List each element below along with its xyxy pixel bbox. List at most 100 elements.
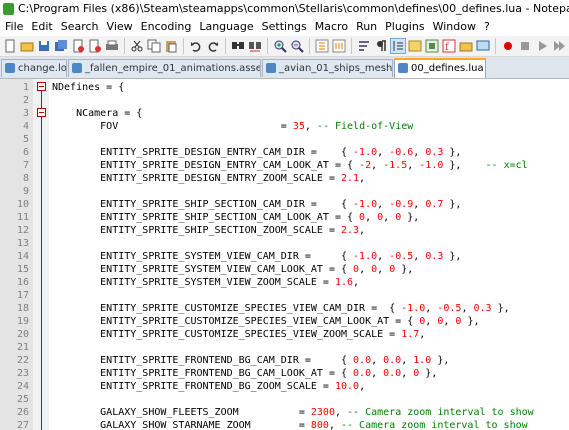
redo-icon[interactable] [206, 39, 220, 53]
sync-vertical-icon[interactable] [315, 39, 329, 53]
line-number: 23 [16, 368, 29, 379]
code-line[interactable]: 16 ENTITY_SPRITE_SYSTEM_VIEW_ZOOM_SCALE … [0, 276, 569, 289]
tab-label: _fallen_empire_01_animations.asset [85, 63, 261, 74]
menu-plugins[interactable]: Plugins [381, 18, 428, 36]
code-line[interactable]: 6 ENTITY_SPRITE_DESIGN_ENTRY_CAM_DIR = {… [0, 146, 569, 159]
save-all-icon[interactable] [54, 39, 68, 53]
show-all-characters-icon[interactable] [374, 39, 388, 53]
document-map-icon[interactable] [425, 39, 439, 53]
code-line[interactable]: 15 ENTITY_SPRITE_SYSTEM_VIEW_CAM_LOOK_AT… [0, 263, 569, 276]
copy-icon[interactable] [147, 39, 161, 53]
code-line[interactable]: 14 ENTITY_SPRITE_SYSTEM_VIEW_CAM_DIR = {… [0, 250, 569, 263]
new-file-icon[interactable] [3, 39, 17, 53]
code-line[interactable]: 13 [0, 237, 569, 250]
code-line[interactable]: 23 ENTITY_SPRITE_FRONTEND_BG_CAM_LOOK_AT… [0, 367, 569, 380]
line-code: ENTITY_SPRITE_FRONTEND_BG_ZOOM_SCALE = 1… [52, 381, 366, 392]
cut-icon[interactable] [130, 39, 144, 53]
code-line[interactable]: 21 [0, 341, 569, 354]
menu-file[interactable]: File [0, 18, 27, 36]
line-number: 2 [22, 95, 29, 106]
undo-icon[interactable] [189, 39, 203, 53]
zoom-in-icon[interactable] [273, 39, 287, 53]
line-code: ENTITY_SPRITE_DESIGN_ENTRY_ZOOM_SCALE = … [52, 173, 366, 184]
user-defined-language-icon[interactable] [408, 39, 422, 53]
code-editor[interactable]: 1 NDefines = {2 3 NCamera = {4 FOV = 35, -… [0, 79, 569, 430]
code-line[interactable]: 24 ENTITY_SPRITE_FRONTEND_BG_ZOOM_SCALE … [0, 380, 569, 393]
code-line[interactable]: 3 NCamera = { [0, 107, 569, 120]
monitoring-icon[interactable] [476, 39, 490, 53]
code-line[interactable]: 20 ENTITY_SPRITE_CUSTOMIZE_SPECIES_VIEW_… [0, 328, 569, 341]
line-code: ENTITY_SPRITE_FRONTEND_BG_CAM_DIR = { 0.… [52, 355, 450, 366]
code-line[interactable]: 5 [0, 133, 569, 146]
tab-fallen-empire-animations[interactable]: _fallen_empire_01_animations.asset [68, 59, 261, 77]
close-file-icon[interactable] [71, 39, 85, 53]
line-code: GALAXY_SHOW_STARNAME_ZOOM = 800, -- Came… [52, 420, 528, 430]
code-line[interactable]: 1 NDefines = { [0, 81, 569, 94]
line-number: 8 [22, 173, 29, 184]
line-code: ENTITY_SPRITE_DESIGN_ENTRY_CAM_DIR = { -… [52, 147, 462, 158]
code-line[interactable]: 12 ENTITY_SPRITE_SHIP_SECTION_ZOOM_SCALE… [0, 224, 569, 237]
line-code: ENTITY_SPRITE_SHIP_SECTION_ZOOM_SCALE = … [52, 225, 366, 236]
stop-macro-icon[interactable] [518, 39, 532, 53]
line-number: 4 [22, 121, 29, 132]
zoom-out-icon[interactable] [290, 39, 304, 53]
window-title: C:\Program Files (x86)\Steam\steamapps\c… [18, 2, 569, 15]
indent-guide-icon[interactable] [390, 38, 406, 54]
code-line[interactable]: 25 [0, 393, 569, 406]
code-line[interactable]: 4 FOV = 35, -- Field-of-View [0, 120, 569, 133]
tab-change-log[interactable]: change.log [1, 59, 67, 77]
menu-language[interactable]: Language [195, 18, 257, 36]
menu-window[interactable]: Window [429, 18, 480, 36]
line-number: 16 [16, 277, 29, 288]
menu-edit[interactable]: Edit [27, 18, 56, 36]
tab-bar: change.log _fallen_empire_01_animations.… [0, 57, 569, 79]
code-line[interactable]: 9 [0, 185, 569, 198]
line-number: 21 [16, 342, 29, 353]
menu-encoding[interactable]: Encoding [137, 18, 196, 36]
code-line[interactable]: 19 ENTITY_SPRITE_CUSTOMIZE_SPECIES_VIEW_… [0, 315, 569, 328]
function-list-icon[interactable]: f [442, 39, 456, 53]
code-line[interactable]: 7 ENTITY_SPRITE_DESIGN_ENTRY_CAM_LOOK_AT… [0, 159, 569, 172]
line-code: ENTITY_SPRITE_SYSTEM_VIEW_ZOOM_SCALE = 1… [52, 277, 360, 288]
record-macro-icon[interactable] [501, 39, 515, 53]
menu-search[interactable]: Search [57, 18, 103, 36]
code-line[interactable]: 2 [0, 94, 569, 107]
code-line[interactable]: 8 ENTITY_SPRITE_DESIGN_ENTRY_ZOOM_SCALE … [0, 172, 569, 185]
tab-avian-ships-meshes[interactable]: _avian_01_ships_meshes.gfx [262, 59, 393, 77]
menu-view[interactable]: View [103, 18, 137, 36]
code-line[interactable]: 18 ENTITY_SPRITE_CUSTOMIZE_SPECIES_VIEW_… [0, 302, 569, 315]
tab-00-defines[interactable]: 00_defines.lua✕ [394, 58, 486, 78]
open-file-icon[interactable] [20, 39, 34, 53]
close-all-icon[interactable] [88, 39, 102, 53]
code-line[interactable]: 26 GALAXY_SHOW_FLEETS_ZOOM = 2300, -- Ca… [0, 406, 569, 419]
code-line[interactable]: 17 [0, 289, 569, 302]
folder-as-workspace-icon[interactable] [459, 39, 473, 53]
line-code: ENTITY_SPRITE_CUSTOMIZE_SPECIES_VIEW_ZOO… [52, 329, 426, 340]
find-icon[interactable] [231, 39, 245, 53]
menu-run[interactable]: Run [352, 18, 381, 36]
line-code: GALAXY_SHOW_FLEETS_ZOOM = 2300, -- Camer… [52, 407, 534, 418]
replace-icon[interactable] [248, 39, 262, 53]
run-macro-multiple-icon[interactable] [552, 39, 566, 53]
code-line[interactable]: 27 GALAXY_SHOW_STARNAME_ZOOM = 800, -- C… [0, 419, 569, 430]
line-number: 13 [16, 238, 29, 249]
line-number: 15 [16, 264, 29, 275]
save-icon[interactable] [37, 39, 51, 53]
play-macro-icon[interactable] [535, 39, 549, 53]
code-line[interactable]: 22 ENTITY_SPRITE_FRONTEND_BG_CAM_DIR = {… [0, 354, 569, 367]
menu-help[interactable]: ? [480, 18, 494, 36]
line-number: 26 [16, 407, 29, 418]
toolbar: f [0, 36, 569, 57]
toolbar-separator [309, 38, 310, 54]
menu-settings[interactable]: Settings [258, 18, 311, 36]
line-code: NDefines = { [52, 82, 125, 93]
paste-icon[interactable] [164, 39, 178, 53]
line-number: 6 [22, 147, 29, 158]
code-line[interactable]: 11 ENTITY_SPRITE_SHIP_SECTION_CAM_LOOK_A… [0, 211, 569, 224]
word-wrap-icon[interactable] [357, 39, 371, 53]
sync-horizontal-icon[interactable] [332, 39, 346, 53]
menu-macro[interactable]: Macro [311, 18, 352, 36]
line-number: 10 [16, 199, 29, 210]
print-icon[interactable] [105, 39, 119, 53]
code-line[interactable]: 10 ENTITY_SPRITE_SHIP_SECTION_CAM_DIR = … [0, 198, 569, 211]
